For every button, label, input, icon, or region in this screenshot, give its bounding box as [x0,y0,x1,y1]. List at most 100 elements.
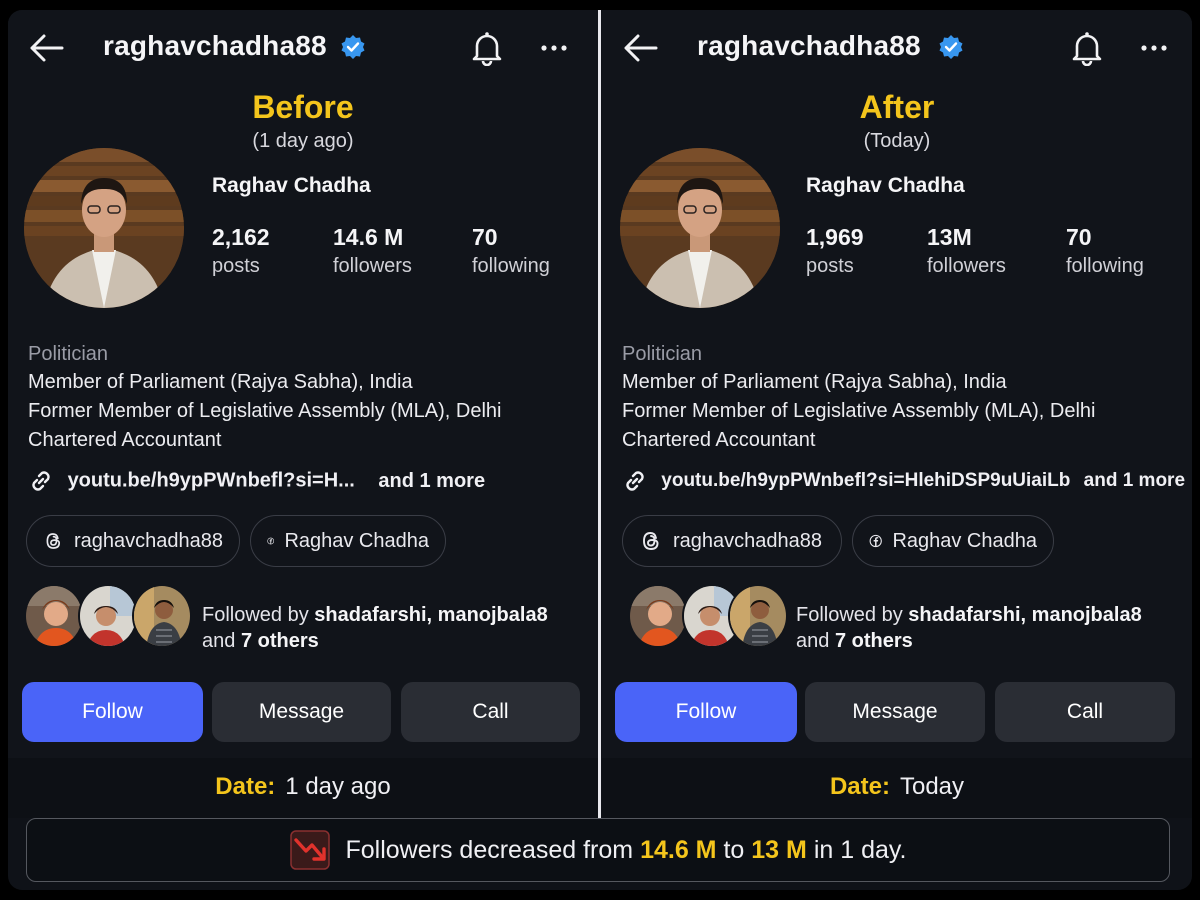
back-arrow-icon[interactable] [26,32,66,64]
more-options-icon[interactable] [1136,36,1172,60]
follower-avatar [24,584,84,648]
bio-line: Member of Parliament (Rajya Sabha), Indi… [622,371,1007,393]
profile-panel-after: raghavchadha88 After (Today) Raghav Chad… [602,10,1192,818]
summary-pre: Followers decreased from [345,835,634,864]
stat-followers[interactable]: 14.6 M followers [333,222,412,280]
stat-value: 70 [472,224,498,250]
heading-title: After [859,89,935,125]
profile-bio: Politician Member of Parliament (Rajya S… [28,340,588,455]
profile-panel-before: raghavchadha88 Before (1 day ago) Raghav… [8,10,598,818]
link-icon [626,471,644,491]
profile-link-url[interactable]: youtu.be/h9ypPWnbefl?si=H... [68,470,355,492]
chip-label: raghavchadha88 [673,529,823,552]
date-bar: Date: Today [602,758,1192,818]
bio-line: Former Member of Legislative Assembly (M… [28,400,502,422]
profile-link-row: youtu.be/h9ypPWnbefl?si=HlehiDSP9uUiaiLb… [622,468,1185,498]
followed-and: and [796,630,830,652]
date-key: Date: [829,773,890,800]
bio-category: Politician [28,343,109,365]
chip-label: raghavchadha88 [73,529,223,552]
top-bar: raghavchadha88 [8,10,598,86]
followed-names: shadafarshi, manojbala8 [908,604,1142,626]
heading-title: Before [252,89,354,125]
facebook-chip[interactable]: Raghav Chadha [250,515,446,567]
bell-icon[interactable] [1070,30,1104,66]
followed-others: 7 others [240,630,319,652]
date-bar: Date: 1 day ago [8,758,598,818]
facebook-chip[interactable]: Raghav Chadha [852,515,1054,567]
stat-posts[interactable]: 1,969 posts [806,222,864,280]
chip-label: Raghav Chadha [892,529,1037,552]
threads-icon [643,532,659,550]
stat-label: posts [806,255,854,277]
date-value: 1 day ago [285,773,391,800]
bio-line: Member of Parliament (Rajya Sabha), Indi… [28,371,413,393]
date-value: Today [899,773,965,800]
stat-value: 1,969 [806,224,864,250]
stat-followers[interactable]: 13M followers [927,222,1006,280]
stat-following[interactable]: 70 following [472,222,550,280]
follow-button[interactable]: Follow [22,682,203,742]
stat-label: followers [333,255,412,277]
trending-down-icon [289,830,330,870]
facebook-icon [869,534,882,548]
stat-label: followers [927,255,1006,277]
stat-value: 2,162 [212,224,270,250]
followed-by[interactable]: Followed by shadafarshi, manojbala8 and … [24,584,594,652]
profile-avatar[interactable] [24,148,184,308]
call-button[interactable]: Call [995,682,1175,742]
avatar-photo [620,148,780,308]
more-links[interactable]: and 1 more [378,470,485,492]
stat-following[interactable]: 70 following [1066,222,1144,280]
bio-category: Politician [622,343,703,365]
profile-link-row: youtu.be/h9ypPWnbefl?si=H... and 1 more [28,468,485,498]
summary-to: 13 M [751,835,807,864]
stat-label: following [1066,255,1144,277]
summary-from: 14.6 M [640,835,717,864]
profile-full-name: Raghav Chadha [212,174,371,197]
followed-by-text: Followed by shadafarshi, manojbala8 and … [202,602,548,654]
panel-heading: After (Today) [602,88,1192,154]
profile-avatar[interactable] [620,148,780,308]
follow-button[interactable]: Follow [615,682,797,742]
call-button[interactable]: Call [401,682,580,742]
profile-username: raghavchadha88 [697,30,921,61]
stat-label: posts [212,255,260,277]
verified-badge-icon [939,35,963,59]
message-button[interactable]: Message [212,682,391,742]
profile-bio: Politician Member of Parliament (Rajya S… [622,340,1182,455]
more-options-icon[interactable] [536,36,572,60]
threads-chip[interactable]: raghavchadha88 [26,515,240,567]
verified-badge-icon [341,35,365,59]
followed-prefix: Followed by [796,604,903,626]
profile-link-url[interactable]: youtu.be/h9ypPWnbefl?si=HlehiDSP9uUiaiLb [661,470,1070,491]
followed-by-text: Followed by shadafarshi, manojbala8 and … [796,602,1142,654]
avatar-photo [24,148,184,308]
more-links[interactable]: and 1 more [1084,470,1185,491]
summary-banner: Followers decreased from 14.6 M to 13 M … [26,818,1170,882]
bell-icon[interactable] [470,30,504,66]
bio-line: Chartered Accountant [622,429,816,451]
follower-avatar [628,584,688,648]
follower-avatar [78,584,138,648]
bio-line: Former Member of Legislative Assembly (M… [622,400,1096,422]
stat-label: following [472,255,550,277]
date-key: Date: [215,773,276,800]
follower-avatar [728,584,788,648]
comparison-frame: raghavchadha88 Before (1 day ago) Raghav… [8,10,1192,890]
stat-posts[interactable]: 2,162 posts [212,222,270,280]
stat-value: 13M [927,224,972,250]
threads-icon [46,533,61,549]
threads-chip[interactable]: raghavchadha88 [622,515,842,567]
panel-heading: Before (1 day ago) [8,88,598,154]
followed-others: 7 others [834,630,913,652]
panel-divider [598,10,601,818]
follower-avatar [132,584,192,648]
followed-by[interactable]: Followed by shadafarshi, manojbala8 and … [618,584,1188,652]
link-icon [32,471,50,491]
back-arrow-icon[interactable] [620,32,660,64]
summary-mid: to [723,835,745,864]
facebook-icon [267,537,275,545]
followed-prefix: Followed by [202,604,309,626]
message-button[interactable]: Message [805,682,985,742]
